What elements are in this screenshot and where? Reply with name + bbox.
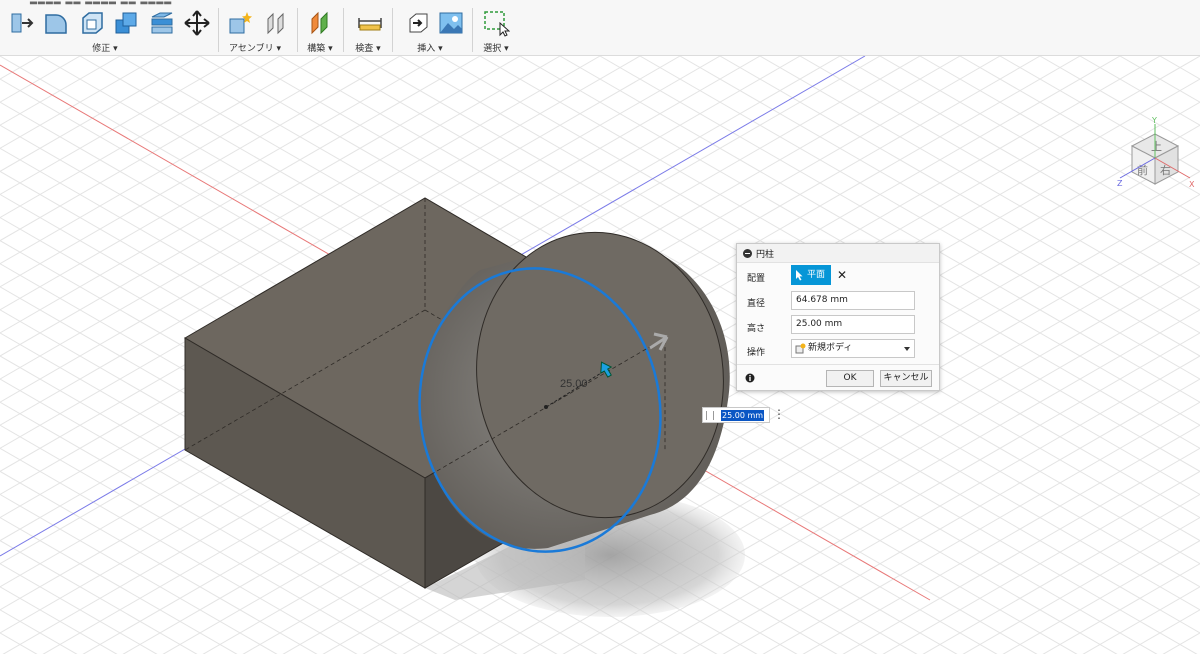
viewcube-top-label: 上 (1151, 140, 1162, 153)
model-scene[interactable]: 25.00 (0, 56, 1200, 654)
cylinder-dialog: 円柱 配置 平面 ✕ 直径 64.678 mm 高さ 25.00 mm 操作 新… (736, 243, 940, 391)
press-pull-icon[interactable] (8, 9, 36, 37)
canvas-viewport[interactable]: 25.00 上 前 右 Y Z X (0, 56, 1200, 654)
viewcube-y-label: Y (1151, 116, 1157, 125)
cancel-button[interactable]: キャンセル (880, 370, 932, 387)
insert-derive-icon[interactable] (404, 9, 432, 37)
height-label: 高さ (747, 324, 766, 334)
view-cube[interactable]: 上 前 右 Y Z X (1110, 116, 1200, 196)
insert-image-icon[interactable] (437, 9, 465, 37)
toolbar-separator (472, 8, 473, 52)
clear-selection-icon[interactable]: ✕ (837, 268, 847, 282)
viewcube-right-label: 右 (1160, 163, 1171, 177)
new-component-icon[interactable] (226, 9, 254, 37)
grip-icon[interactable] (706, 411, 714, 420)
chevron-down-icon (904, 347, 910, 351)
viewcube-x-label: X (1189, 180, 1195, 189)
more-options-icon[interactable]: ⋮ (773, 407, 785, 423)
assembly-menu[interactable]: アセンブリ ▾ (229, 41, 281, 54)
toolbar-cut-text: ▂▂▂▂ ▂▂ ▂▂▂▂ ▂▂ ▂▂▂▂ (30, 0, 173, 5)
new-body-icon (795, 343, 806, 354)
insert-menu[interactable]: 挿入 ▾ (417, 41, 442, 54)
shell-icon[interactable] (78, 9, 106, 37)
fillet-icon[interactable] (42, 9, 70, 37)
inline-height-input[interactable]: 25.00 mm (702, 407, 770, 423)
collapse-icon[interactable] (743, 248, 752, 258)
diameter-field[interactable]: 64.678 mm (791, 291, 915, 310)
modify-menu[interactable]: 修正 ▾ (92, 41, 117, 54)
operation-label: 操作 (747, 348, 766, 358)
dialog-title: 円柱 (756, 249, 775, 260)
split-body-icon[interactable] (148, 9, 176, 37)
construct-menu[interactable]: 構築 ▾ (307, 41, 332, 54)
select-menu[interactable]: 選択 ▾ (483, 41, 508, 54)
toolbar-separator (392, 8, 393, 52)
diameter-label: 直径 (747, 299, 766, 309)
center-point (544, 405, 548, 409)
placement-select-button[interactable]: 平面 (791, 265, 831, 285)
viewcube-z-label: Z (1117, 179, 1123, 188)
joint-icon[interactable] (262, 9, 290, 37)
placement-label: 配置 (747, 274, 766, 284)
ok-button[interactable]: OK (826, 370, 874, 387)
dialog-divider (737, 364, 939, 365)
dialog-header[interactable]: 円柱 (737, 244, 939, 263)
combine-icon[interactable] (112, 9, 140, 37)
select-window-icon[interactable] (482, 9, 510, 37)
toolbar-separator (218, 8, 219, 52)
info-icon[interactable] (745, 373, 755, 383)
toolbar-separator (297, 8, 298, 52)
offset-plane-icon[interactable] (306, 9, 334, 37)
operation-dropdown[interactable]: 新規ボディ (791, 339, 915, 358)
placement-value: 平面 (807, 270, 826, 280)
dimension-label: 25.00 (560, 378, 588, 390)
toolbar-separator (343, 8, 344, 52)
operation-value: 新規ボディ (808, 343, 853, 353)
cursor-icon (796, 270, 803, 281)
measure-icon[interactable] (356, 9, 384, 37)
height-field[interactable]: 25.00 mm (791, 315, 915, 334)
inline-height-value[interactable]: 25.00 mm (721, 410, 765, 421)
move-icon[interactable] (183, 9, 211, 37)
toolbar: ▂▂▂▂ ▂▂ ▂▂▂▂ ▂▂ ▂▂▂▂ 修正 ▾ アセンブリ ▾ 構築 ▾ 検… (0, 0, 1200, 56)
inspect-menu[interactable]: 検査 ▾ (355, 41, 380, 54)
